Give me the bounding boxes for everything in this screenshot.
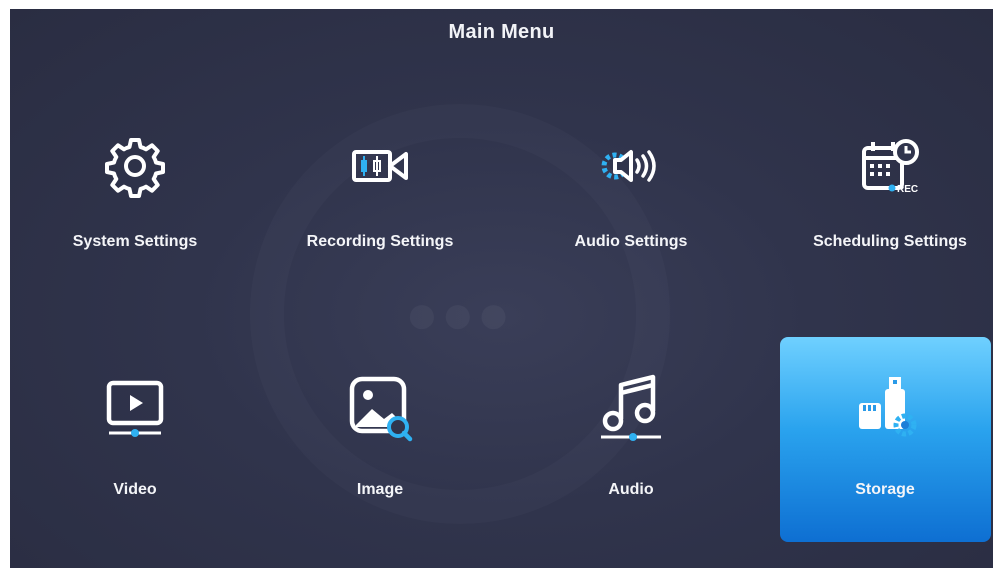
- music-note-icon: [601, 374, 661, 441]
- menu-item-label: Audio Settings: [574, 233, 688, 250]
- menu-item-storage[interactable]: Storage: [780, 9, 990, 568]
- menu-item-video[interactable]: Video: [30, 9, 240, 568]
- gear-icon: [105, 138, 165, 198]
- menu-item-label: System Settings: [72, 233, 198, 250]
- page-title: Main Menu: [448, 21, 555, 43]
- rec-badge: REC: [897, 184, 918, 195]
- speaker-gear-icon: [601, 150, 656, 182]
- video-camera-icon: [352, 150, 408, 182]
- menu-item-label: Recording Settings: [306, 233, 454, 250]
- menu-item-label: Audio: [608, 481, 654, 498]
- image-search-icon: [349, 376, 413, 442]
- calendar-clock-rec-icon: REC: [862, 139, 919, 195]
- menu-item-label: Scheduling Settings: [813, 233, 967, 250]
- menu-item-label: Image: [356, 481, 404, 498]
- video-player-icon: [106, 380, 164, 437]
- menu-item-label: Storage: [855, 481, 915, 498]
- main-menu-screen: ●●● Main Menu System Settings Recording …: [10, 9, 993, 568]
- menu-item-label: Video: [113, 481, 157, 498]
- watermark-logo: ●●●: [405, 281, 512, 346]
- storage-usb-icon: [859, 377, 917, 437]
